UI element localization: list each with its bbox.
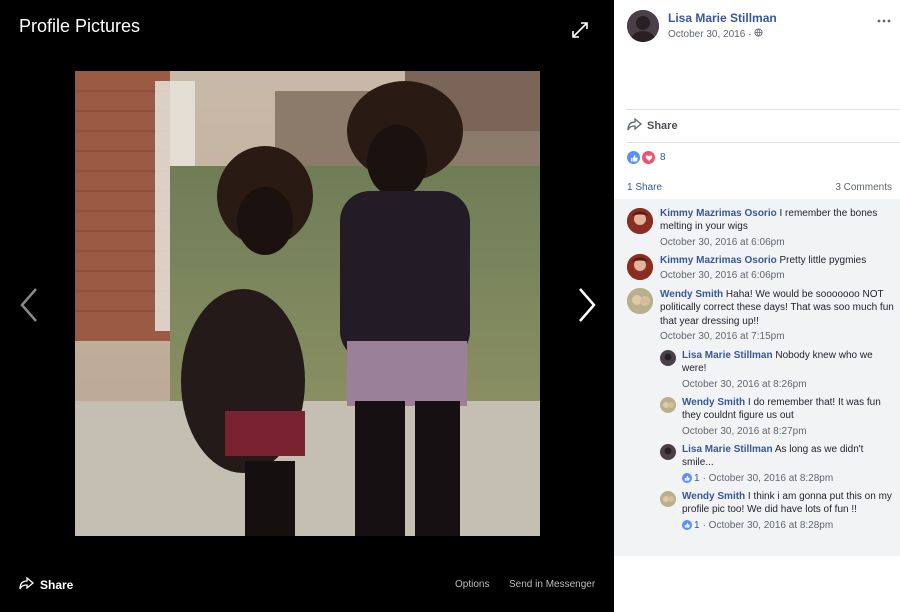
reply-author[interactable]: Wendy Smith — [682, 397, 745, 408]
comment: Wendy Smith Haha! We would be sooooooo N… — [660, 288, 894, 343]
reply-time[interactable]: · October 30, 2016 at 8:28pm — [703, 472, 834, 485]
avatar[interactable] — [660, 444, 676, 460]
comment-text: Pretty little pygmies — [776, 255, 867, 266]
more-icon[interactable] — [876, 13, 892, 23]
reply: Wendy Smith I think i am gonna put this … — [682, 490, 894, 532]
divider — [626, 142, 900, 143]
reply-meta: 1 · October 30, 2016 at 8:28pm — [682, 519, 894, 532]
love-icon — [642, 151, 655, 164]
comment-time[interactable]: October 30, 2016 at 6:06pm — [660, 269, 892, 282]
post-date-text: October 30, 2016 · — [668, 28, 752, 40]
reply: Lisa Marie Stillman Nobody knew who we w… — [682, 349, 894, 391]
next-photo-icon[interactable] — [572, 285, 602, 325]
reply-time[interactable]: October 30, 2016 at 8:26pm — [682, 378, 894, 391]
divider — [626, 109, 900, 110]
share-label: Share — [647, 120, 678, 132]
reply-meta: 1 · October 30, 2016 at 8:28pm — [682, 472, 894, 485]
expand-icon[interactable] — [570, 20, 590, 40]
reply-like-count: 1 — [694, 472, 700, 484]
like-icon — [627, 151, 640, 164]
comment-time[interactable]: October 30, 2016 at 7:15pm — [660, 330, 894, 343]
comment-author[interactable]: Wendy Smith — [660, 289, 723, 300]
reply: Lisa Marie Stillman As long as we didn't… — [682, 443, 894, 485]
avatar[interactable] — [627, 10, 659, 42]
photo-viewer: Profile Pictures Share Options Send in M… — [0, 0, 614, 612]
reply-likes[interactable]: 1 — [682, 519, 700, 532]
avatar[interactable] — [627, 288, 653, 314]
shares-count[interactable]: 1 Share — [627, 182, 662, 193]
share-icon — [19, 576, 35, 593]
send-in-messenger-link[interactable]: Send in Messenger — [509, 579, 595, 590]
previous-photo-icon[interactable] — [14, 285, 44, 325]
comment-author[interactable]: Kimmy Mazrimas Osorio — [660, 208, 777, 219]
viewer-title: Profile Pictures — [19, 16, 141, 36]
avatar[interactable] — [660, 350, 676, 366]
reply: Wendy Smith I do remember that! It was f… — [682, 396, 894, 438]
avatar[interactable] — [627, 254, 653, 280]
reply-time[interactable]: · October 30, 2016 at 8:28pm — [703, 519, 834, 532]
post-panel: Lisa Marie Stillman October 30, 2016 · S… — [614, 0, 900, 612]
reply-time[interactable]: October 30, 2016 at 8:27pm — [682, 425, 894, 438]
comment-author[interactable]: Kimmy Mazrimas Osorio — [660, 255, 777, 266]
globe-icon — [754, 28, 763, 40]
profile-photo — [75, 71, 540, 536]
comment: Kimmy Mazrimas Osorio Pretty little pygm… — [660, 254, 892, 283]
viewer-share-button[interactable]: Share — [19, 576, 74, 593]
reaction-count: 8 — [660, 152, 666, 163]
comment: Kimmy Mazrimas Osorio I remember the bon… — [660, 207, 892, 249]
post-author[interactable]: Lisa Marie Stillman — [668, 11, 777, 25]
reply-likes[interactable]: 1 — [682, 472, 700, 485]
avatar[interactable] — [660, 397, 676, 413]
reply-author[interactable]: Lisa Marie Stillman — [682, 350, 773, 361]
post-date[interactable]: October 30, 2016 · — [668, 28, 763, 40]
like-icon — [682, 473, 692, 484]
options-link[interactable]: Options — [455, 579, 489, 590]
comment-time[interactable]: October 30, 2016 at 6:06pm — [660, 236, 892, 249]
reactions-summary[interactable]: 8 — [627, 151, 666, 164]
reply-author[interactable]: Lisa Marie Stillman — [682, 444, 773, 455]
reply-like-count: 1 — [694, 519, 700, 531]
reply-author[interactable]: Wendy Smith — [682, 491, 745, 502]
share-icon — [627, 117, 643, 134]
like-icon — [682, 520, 692, 531]
viewer-share-label: Share — [40, 578, 74, 592]
avatar[interactable] — [627, 208, 653, 234]
comments-count[interactable]: 3 Comments — [835, 182, 892, 193]
avatar[interactable] — [660, 491, 676, 507]
share-button[interactable]: Share — [627, 117, 678, 134]
